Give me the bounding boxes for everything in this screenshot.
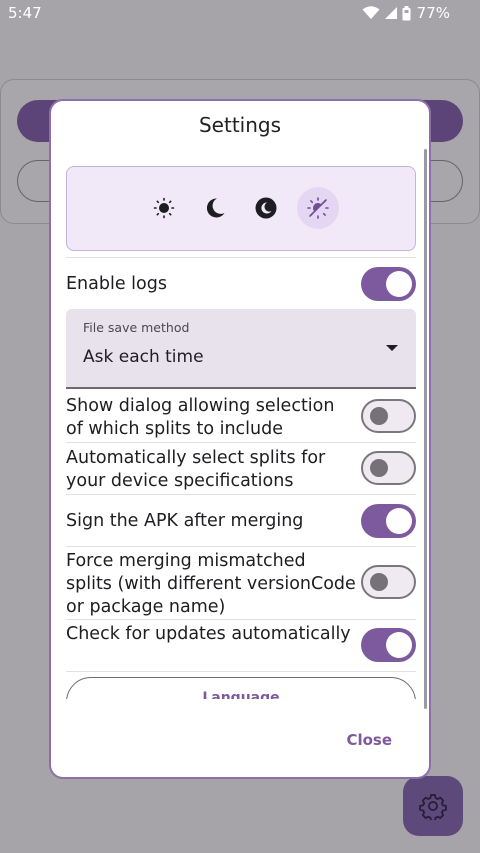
sign-apk-toggle[interactable]	[361, 504, 416, 538]
divider	[66, 494, 416, 495]
file-save-method-dropdown[interactable]: File save method Ask each time	[66, 309, 416, 389]
setting-label-sign-apk: Sign the APK after merging	[66, 511, 304, 531]
close-button[interactable]: Close	[346, 731, 392, 749]
wifi-icon	[362, 6, 380, 19]
status-icons: 77%	[362, 4, 450, 22]
dropdown-label: File save method	[83, 320, 190, 335]
check-updates-toggle[interactable]	[361, 628, 416, 662]
divider	[66, 619, 416, 620]
enable-logs-label: Enable logs	[66, 274, 167, 294]
setting-label-force-merge: Force merging mismatched splits (with di…	[66, 551, 356, 617]
setting-label-auto-select-splits: Automatically select splits for your dev…	[66, 448, 326, 491]
theme-option-system[interactable]	[297, 187, 339, 229]
theme-selector	[66, 166, 416, 251]
gear-icon	[419, 793, 447, 820]
status-bar: 5:47 77%	[0, 0, 480, 28]
enable-logs-toggle[interactable]	[361, 267, 416, 301]
status-time: 5:47	[8, 4, 42, 22]
toggle-knob	[370, 407, 388, 425]
moon-circle-icon	[255, 197, 277, 219]
settings-fab[interactable]	[403, 776, 463, 836]
battery-percent: 77%	[416, 4, 450, 22]
moon-icon	[206, 198, 225, 218]
theme-option-light[interactable]	[143, 187, 185, 229]
divider	[66, 442, 416, 443]
chevron-down-icon	[386, 345, 398, 351]
divider	[66, 671, 416, 672]
dropdown-value: Ask each time	[83, 347, 204, 367]
sun-icon	[153, 197, 175, 219]
settings-dialog: Settings Enable logs File save method As…	[49, 99, 431, 779]
toggle-knob	[370, 459, 388, 477]
auto-select-splits-toggle[interactable]	[361, 451, 416, 485]
divider	[66, 257, 416, 258]
divider	[66, 546, 416, 547]
auto-brightness-icon	[307, 197, 329, 219]
language-button-clip: Language	[51, 677, 429, 699]
signal-icon	[384, 7, 397, 19]
setting-label-check-updates: Check for updates automatically	[66, 624, 351, 644]
battery-icon	[402, 5, 411, 20]
toggle-knob	[386, 271, 412, 297]
toggle-knob	[370, 573, 388, 591]
toggle-knob	[386, 632, 412, 658]
toggle-knob	[386, 508, 412, 534]
split-dialog-toggle[interactable]	[361, 399, 416, 433]
language-button[interactable]: Language	[66, 677, 416, 699]
setting-label-split-dialog: Show dialog allowing selection of which …	[66, 396, 335, 439]
force-merge-toggle[interactable]	[361, 565, 416, 599]
theme-option-black[interactable]	[245, 187, 287, 229]
dialog-title: Settings	[198, 113, 282, 137]
scrollbar[interactable]	[424, 149, 427, 709]
theme-option-dark[interactable]	[194, 187, 236, 229]
